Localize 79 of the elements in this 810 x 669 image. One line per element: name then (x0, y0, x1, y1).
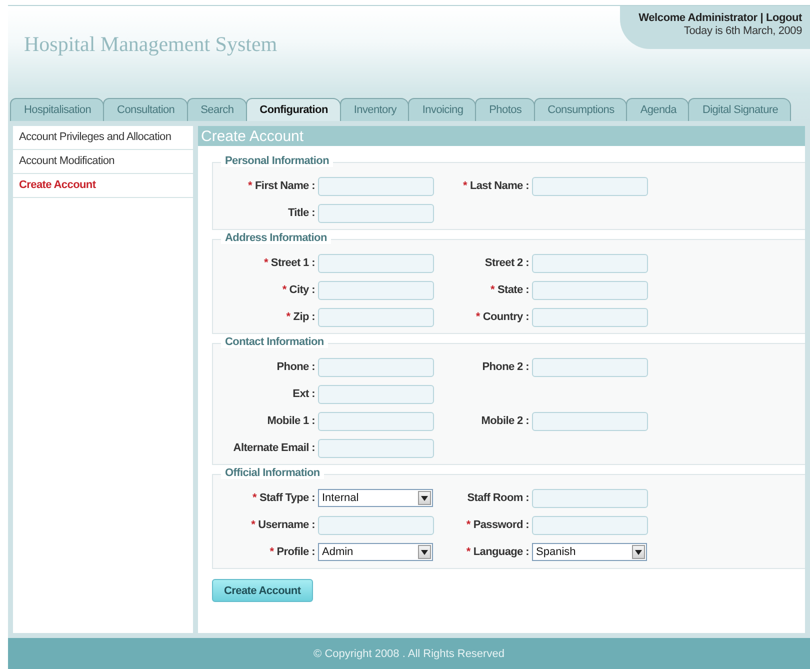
field-label: City : (289, 284, 315, 296)
required-mark: * (286, 311, 290, 323)
section-legend: Official Information (221, 467, 324, 479)
field-label: Mobile 1 : (267, 415, 315, 427)
field-label: State : (497, 284, 529, 296)
input-field[interactable] (532, 358, 648, 377)
nav-tab[interactable]: Photos (475, 98, 535, 121)
input-field[interactable] (318, 281, 434, 300)
welcome-text: Welcome Administrator (638, 12, 758, 24)
field-label: Profile : (276, 546, 315, 558)
sidebar-item[interactable]: Create Account (13, 174, 193, 198)
nav-tab[interactable]: Search (186, 98, 247, 121)
field-label: Staff Type : (260, 492, 315, 504)
input-field[interactable] (532, 308, 648, 327)
nav-tab[interactable]: Hospitalisation (10, 98, 104, 121)
field-label: Mobile 2 : (481, 415, 529, 427)
required-mark: * (476, 311, 480, 323)
dropdown-field[interactable]: Spanish (532, 543, 647, 561)
section-legend: Address Information (221, 232, 331, 244)
logout-link[interactable]: Logout (766, 12, 802, 24)
input-field[interactable] (318, 385, 434, 404)
sidebar-item[interactable]: Account Privileges and Allocation (13, 126, 193, 150)
input-field[interactable] (532, 254, 648, 273)
input-field[interactable] (532, 516, 648, 535)
input-field[interactable] (532, 177, 648, 196)
sidebar-item[interactable]: Account Modification (13, 150, 193, 174)
input-field[interactable] (532, 489, 648, 508)
section-legend: Personal Information (221, 155, 334, 167)
create-account-button[interactable]: Create Account (212, 579, 313, 602)
required-mark: * (252, 492, 257, 504)
nav-tab[interactable]: Configuration (246, 98, 341, 121)
nav-tab[interactable]: Agenda (626, 98, 690, 121)
copyright-text: © Copyright 2008 . All Rights Reserved (314, 648, 504, 660)
required-mark: * (282, 284, 286, 296)
input-field[interactable] (318, 177, 434, 196)
nav-tab[interactable]: Consumptions (534, 98, 628, 121)
input-field[interactable] (532, 412, 648, 431)
input-field[interactable] (318, 358, 434, 377)
input-field[interactable] (318, 516, 434, 535)
field-label: Phone 2 : (482, 361, 529, 373)
field-label: Title : (288, 207, 315, 219)
nav-tab[interactable]: Digital Signature (688, 98, 792, 121)
input-field[interactable] (318, 254, 434, 273)
required-mark: * (270, 546, 274, 558)
date-text: Today is 6th March, 2009 (682, 25, 802, 38)
field-label: Language : (473, 546, 529, 558)
site-title: Hospital Management System (24, 32, 278, 57)
input-field[interactable] (532, 281, 648, 300)
required-mark: * (466, 546, 470, 558)
input-field[interactable] (318, 412, 434, 431)
dropdown-field[interactable]: Internal (318, 489, 433, 507)
field-label: Phone : (276, 361, 315, 373)
input-field[interactable] (318, 308, 434, 327)
nav-tab[interactable]: Consultation (103, 98, 188, 121)
field-label: Password : (473, 519, 529, 531)
input-field[interactable] (318, 204, 434, 223)
section-legend: Contact Information (221, 336, 328, 348)
required-mark: * (264, 257, 268, 269)
required-mark: * (251, 519, 256, 531)
required-mark: * (490, 284, 494, 296)
field-label: Last Name : (470, 180, 529, 192)
required-mark: * (466, 519, 470, 531)
field-label: Country : (482, 311, 529, 323)
dropdown-field[interactable]: Admin (318, 543, 433, 561)
required-mark: * (462, 180, 467, 192)
nav-tab[interactable]: Invoicing (408, 98, 476, 121)
field-label: Street 2 : (484, 257, 529, 269)
required-mark: * (248, 180, 252, 192)
nav-tab[interactable]: Inventory (340, 98, 410, 121)
field-label: Zip : (293, 311, 315, 323)
field-label: Username : (258, 519, 315, 531)
field-label: Staff Room : (467, 492, 529, 504)
field-label: Street 1 : (270, 257, 315, 269)
input-field[interactable] (318, 439, 434, 458)
field-label: Ext : (292, 388, 315, 400)
field-label: Alternate Email : (233, 442, 315, 454)
page-title: Create Account (198, 126, 805, 146)
separator-text: | (760, 12, 764, 24)
field-label: First Name : (255, 180, 315, 192)
